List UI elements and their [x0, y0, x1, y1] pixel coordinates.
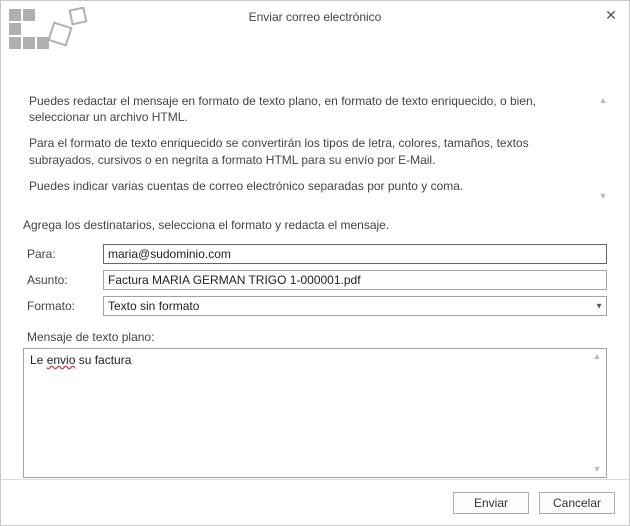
app-logo-icon [7, 7, 97, 67]
textarea-scrollbar[interactable]: ▴ ▾ [590, 351, 604, 475]
scroll-down-icon[interactable]: ▾ [594, 464, 599, 475]
send-button[interactable]: Enviar [453, 492, 529, 514]
scroll-up-icon[interactable]: ▴ [600, 95, 605, 106]
close-button[interactable]: ✕ [599, 5, 623, 27]
intro-paragraph-1: Puedes redactar el mensaje en formato de… [29, 93, 611, 125]
dialog-footer: Enviar Cancelar [1, 479, 629, 525]
intro-scrollbar[interactable]: ▴ ▾ [595, 93, 611, 204]
message-textarea[interactable]: Le envio su factura ▴ ▾ [23, 348, 607, 478]
para-input[interactable] [103, 244, 607, 264]
formato-label: Formato: [23, 299, 103, 313]
email-dialog: Enviar correo electrónico ✕ Puedes redac… [0, 0, 630, 526]
asunto-label: Asunto: [23, 273, 103, 287]
intro-block: Puedes redactar el mensaje en formato de… [29, 93, 611, 204]
message-label: Mensaje de texto plano: [27, 330, 607, 344]
asunto-input[interactable] [103, 270, 607, 290]
instruction-text: Agrega los destinatarios, selecciona el … [23, 218, 611, 232]
intro-paragraph-2: Para el formato de texto enriquecido se … [29, 135, 611, 167]
intro-paragraph-3: Puedes indicar varias cuentas de correo … [29, 178, 611, 194]
scroll-down-icon[interactable]: ▾ [600, 191, 605, 202]
chevron-down-icon: ▼ [595, 301, 603, 310]
para-label: Para: [23, 247, 103, 261]
formato-value: Texto sin formato [108, 299, 199, 313]
formato-select[interactable]: Texto sin formato ▼ [103, 296, 607, 316]
scroll-up-icon[interactable]: ▴ [594, 351, 599, 362]
message-content: Le envio su factura [30, 353, 586, 367]
form-area: Para: Asunto: Formato: Texto sin formato… [23, 244, 607, 478]
cancel-button[interactable]: Cancelar [539, 492, 615, 514]
misspelled-word: envio [47, 353, 76, 367]
